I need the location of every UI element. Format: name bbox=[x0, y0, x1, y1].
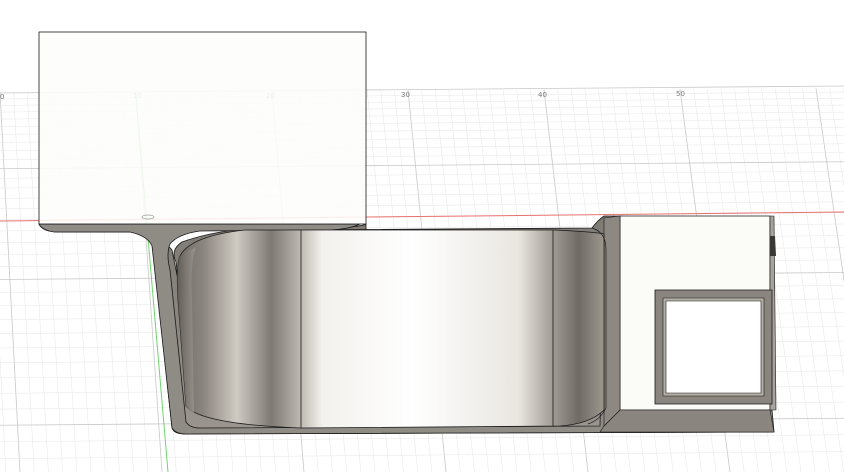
curved-pocket[interactable] bbox=[176, 227, 607, 429]
cad-viewport[interactable]: 0 10 20 30 40 50 bbox=[0, 0, 844, 472]
grid-line bbox=[788, 88, 844, 472]
pocket-surface[interactable] bbox=[176, 229, 605, 429]
grid-line bbox=[829, 88, 844, 188]
right-block-bottom bbox=[599, 409, 775, 433]
grid-line bbox=[774, 88, 830, 472]
ruler-label: 0 bbox=[0, 93, 4, 101]
transition-wall bbox=[603, 215, 621, 427]
window-opening bbox=[665, 300, 762, 394]
grid-line bbox=[802, 88, 844, 379]
sketch-plane-face[interactable] bbox=[38, 31, 367, 225]
square-window[interactable] bbox=[654, 289, 773, 405]
right-block-notch bbox=[770, 236, 776, 256]
grid-line bbox=[0, 434, 844, 442]
grid-line bbox=[0, 451, 844, 459]
ruler-label: 50 bbox=[676, 90, 685, 98]
sketch-plane[interactable] bbox=[38, 31, 367, 225]
ruler-label: 30 bbox=[401, 91, 410, 99]
ruler-label: 40 bbox=[538, 91, 547, 99]
